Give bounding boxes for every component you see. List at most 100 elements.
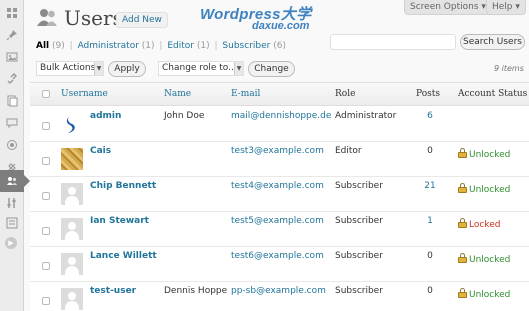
bulk-actions-select[interactable]: Bulk Actions ▼ (36, 61, 104, 76)
filter-all[interactable]: All (36, 41, 49, 51)
posts-count: 0 (427, 146, 433, 156)
search-users-button[interactable]: Search Users (460, 34, 525, 50)
role-filter-links: All (9) | Administrator (1) | Editor (1)… (36, 41, 286, 51)
media-icon[interactable] (0, 46, 24, 68)
filter-separator: | (159, 41, 163, 51)
add-new-button[interactable]: Add New (116, 12, 168, 28)
unlocked-icon (458, 148, 467, 158)
account-status-label: Unlocked (469, 185, 511, 195)
user-role: Subscriber (335, 216, 383, 226)
account-status-label: Unlocked (469, 150, 511, 160)
username-link[interactable]: test-user (90, 286, 136, 296)
column-username[interactable]: Username (61, 89, 108, 99)
posts-count: 0 (427, 286, 433, 296)
filter-all-count: (9) (52, 41, 65, 51)
avatar (61, 113, 83, 135)
watermark-logo: Wordpress大学 daxue.com (200, 3, 328, 39)
account-status: Unlocked (458, 148, 510, 160)
locked-icon (458, 218, 467, 228)
account-status: Unlocked (458, 183, 510, 195)
page-title: Users (64, 6, 123, 30)
appearance-icon[interactable] (0, 134, 24, 156)
column-email[interactable]: E-mail (231, 89, 260, 99)
account-status: Unlocked (458, 288, 510, 300)
row-checkbox[interactable] (42, 297, 50, 305)
avatar (61, 288, 83, 310)
table-header: Username Name E-mail Role Posts Account … (30, 83, 529, 106)
account-status-label: Unlocked (469, 255, 511, 265)
user-role: Subscriber (335, 181, 383, 191)
filter-separator: | (69, 41, 73, 51)
change-role-value: Change role to... (162, 63, 237, 73)
username-link[interactable]: admin (90, 111, 121, 121)
avatar (61, 148, 83, 170)
posts-count-link[interactable]: 1 (420, 216, 440, 226)
select-all-checkbox[interactable] (42, 90, 50, 98)
filter-separator: | (214, 41, 218, 51)
table-row: Lance Willett test6@example.com Subscrib… (30, 247, 529, 282)
user-name: Dennis Hoppe (164, 286, 228, 296)
user-name: John Doe (164, 111, 205, 121)
username-link[interactable]: Chip Bennett (90, 181, 156, 191)
filter-editor[interactable]: Editor (167, 41, 194, 51)
row-checkbox[interactable] (42, 157, 50, 165)
row-checkbox[interactable] (42, 122, 50, 130)
account-status: Unlocked (458, 253, 510, 265)
email-link[interactable]: test4@example.com (231, 181, 324, 191)
email-link[interactable]: pp-sb@example.com (231, 286, 326, 296)
table-row: admin John Doe mail@dennishoppe.de Admin… (30, 107, 529, 142)
username-link[interactable]: Lance Willett (90, 251, 157, 261)
comments-icon[interactable] (0, 112, 24, 134)
unlocked-icon (458, 288, 467, 298)
chevron-down-icon: ▼ (234, 62, 243, 75)
user-role: Administrator (335, 111, 397, 121)
users-header-icon (36, 6, 58, 28)
avatar (61, 218, 83, 240)
email-link[interactable]: test3@example.com (231, 146, 324, 156)
email-link[interactable]: test6@example.com (231, 251, 324, 261)
user-role: Subscriber (335, 251, 383, 261)
links-icon[interactable] (0, 68, 24, 90)
pages-icon[interactable] (0, 90, 24, 112)
screen-options-tab[interactable]: Screen Options ▾ (404, 0, 492, 15)
unlocked-icon (458, 253, 467, 263)
column-name[interactable]: Name (164, 89, 191, 99)
change-role-button[interactable]: Change (248, 61, 295, 77)
table-row: Cais test3@example.com Editor 0 Unlocked (30, 142, 529, 177)
users-icon[interactable] (0, 170, 30, 192)
username-link[interactable]: Ian Stewart (90, 216, 149, 226)
settings-icon[interactable] (0, 212, 24, 234)
help-tab[interactable]: Help ▾ (486, 0, 526, 15)
admin-menu: ▶ (0, 0, 30, 311)
avatar (61, 253, 83, 275)
chevron-down-icon: ▼ (94, 62, 103, 75)
email-link[interactable]: test5@example.com (231, 216, 324, 226)
users-table: Username Name E-mail Role Posts Account … (30, 82, 529, 311)
filter-administrator[interactable]: Administrator (78, 41, 139, 51)
table-row: test-user Dennis Hoppe pp-sb@example.com… (30, 282, 529, 311)
search-input[interactable] (330, 34, 456, 50)
column-posts: Posts (416, 89, 440, 99)
account-status: Locked (458, 218, 500, 230)
collapse-icon[interactable]: ▶ (5, 237, 17, 249)
column-account-status: Account Status (458, 89, 528, 99)
email-link[interactable]: mail@dennishoppe.de (231, 111, 331, 121)
change-role-select[interactable]: Change role to... ▼ (158, 61, 244, 76)
items-count: 9 items (494, 64, 524, 73)
posts-count-link[interactable]: 6 (420, 111, 440, 121)
posts-count: 0 (427, 251, 433, 261)
unlocked-icon (458, 183, 467, 193)
posts-count-link[interactable]: 21 (420, 181, 440, 191)
username-link[interactable]: Cais (90, 146, 111, 156)
row-checkbox[interactable] (42, 192, 50, 200)
account-status-label: Unlocked (469, 290, 511, 300)
account-status-label: Locked (469, 220, 501, 230)
row-checkbox[interactable] (42, 227, 50, 235)
filter-subscriber[interactable]: Subscriber (222, 41, 270, 51)
dashboard-icon[interactable] (0, 2, 24, 24)
tools-icon[interactable] (0, 192, 24, 214)
pin-icon[interactable] (0, 24, 24, 46)
apply-button[interactable]: Apply (108, 61, 146, 77)
row-checkbox[interactable] (42, 262, 50, 270)
table-row: Chip Bennett test4@example.com Subscribe… (30, 177, 529, 212)
